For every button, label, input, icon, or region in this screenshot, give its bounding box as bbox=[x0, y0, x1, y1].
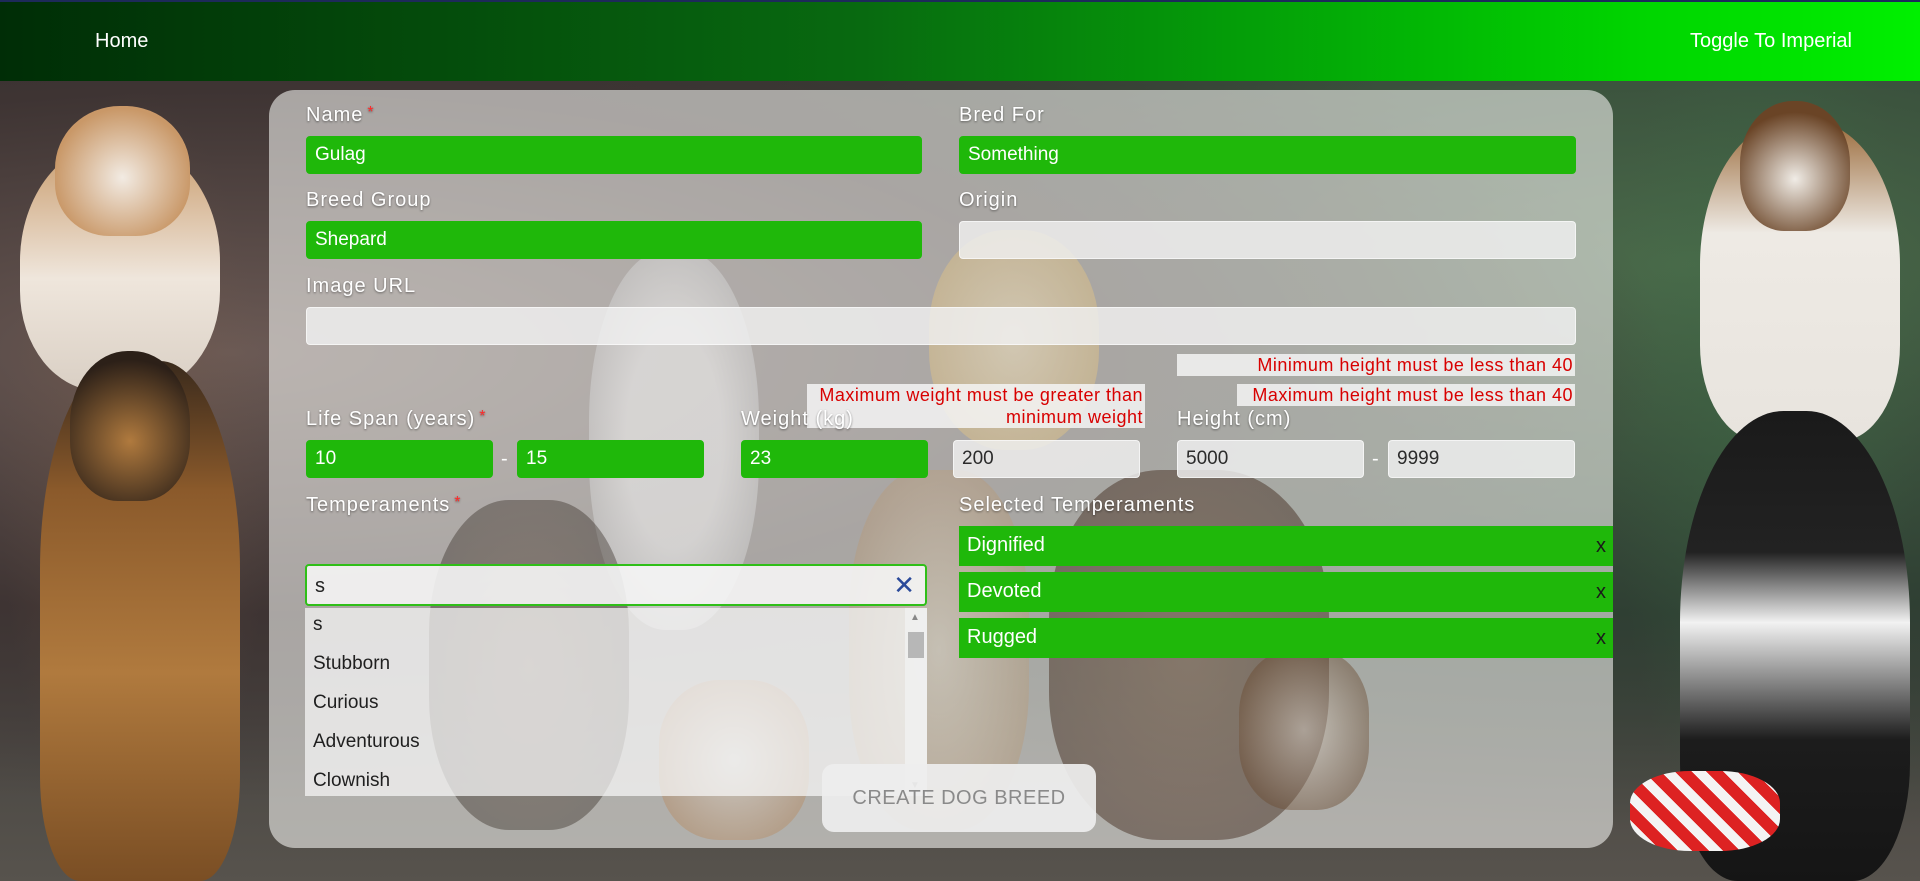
option-item[interactable]: Stubborn bbox=[313, 653, 390, 675]
weight-max-input[interactable] bbox=[953, 440, 1140, 478]
life-span-label: Life Span (years) * bbox=[306, 408, 487, 431]
remove-chip-button[interactable]: x bbox=[1596, 581, 1606, 604]
name-input[interactable] bbox=[306, 136, 922, 174]
required-mark: * bbox=[367, 104, 375, 121]
height-min-input[interactable] bbox=[1177, 440, 1364, 478]
weight-min-input[interactable] bbox=[741, 440, 928, 478]
weight-label: Weight (kg) bbox=[741, 408, 854, 430]
height-label: Height (cm) bbox=[1177, 408, 1292, 430]
selected-temperament-chip: Rugged x bbox=[959, 618, 1613, 658]
temperaments-search-input[interactable]: s ✕ bbox=[305, 564, 927, 606]
temperaments-label-text: Temperaments bbox=[306, 494, 451, 516]
life-span-separator: - bbox=[501, 448, 508, 470]
option-item[interactable]: s bbox=[313, 614, 323, 636]
image-url-label: Image URL bbox=[306, 275, 417, 297]
height-max-error: Maximum height must be less than 40 bbox=[1237, 384, 1575, 406]
temperaments-search-text: s bbox=[315, 575, 325, 597]
life-span-label-text: Life Span (years) bbox=[306, 408, 476, 430]
bred-for-input[interactable] bbox=[959, 136, 1576, 174]
name-label-text: Name bbox=[306, 104, 364, 126]
scrollbar-thumb[interactable] bbox=[908, 632, 924, 658]
scroll-up-icon[interactable]: ▲ bbox=[910, 612, 920, 623]
height-min-error: Minimum height must be less than 40 bbox=[1177, 354, 1575, 376]
chip-label: Devoted bbox=[967, 580, 1042, 602]
close-icon[interactable]: ✕ bbox=[893, 570, 915, 601]
remove-chip-button[interactable]: x bbox=[1596, 627, 1606, 650]
origin-input[interactable] bbox=[959, 221, 1576, 259]
origin-label: Origin bbox=[959, 189, 1019, 211]
life-span-min-input[interactable] bbox=[306, 440, 493, 478]
selected-temperament-chip: Devoted x bbox=[959, 572, 1613, 612]
bred-for-label: Bred For bbox=[959, 104, 1045, 126]
left-dog-image bbox=[0, 81, 270, 881]
breed-group-label: Breed Group bbox=[306, 189, 432, 211]
name-label: Name * bbox=[306, 104, 375, 127]
chip-label: Rugged bbox=[967, 626, 1038, 648]
chip-label: Dignified bbox=[967, 534, 1045, 556]
height-max-input[interactable] bbox=[1388, 440, 1575, 478]
life-span-max-input[interactable] bbox=[517, 440, 704, 478]
temperaments-dropdown[interactable]: s ✕ s Stubborn Curious Adventurous Clown… bbox=[305, 564, 927, 796]
right-dog-image bbox=[1610, 81, 1920, 881]
option-item[interactable]: Clownish bbox=[313, 770, 390, 792]
breed-group-input[interactable] bbox=[306, 221, 922, 259]
home-link[interactable]: Home bbox=[95, 30, 148, 53]
toggle-imperial-link[interactable]: Toggle To Imperial bbox=[1690, 30, 1852, 53]
selected-temperaments-label: Selected Temperaments bbox=[959, 494, 1196, 516]
temperaments-label: Temperaments * bbox=[306, 494, 462, 517]
option-item[interactable]: Adventurous bbox=[313, 731, 420, 753]
dog-breed-form: Name* Bred For Breed Group Origin Image … bbox=[269, 90, 1613, 848]
required-mark: * bbox=[454, 494, 462, 511]
weight-error: Maximum weight must be greater than mini… bbox=[807, 384, 1145, 428]
remove-chip-button[interactable]: x bbox=[1596, 535, 1606, 558]
top-nav-bar: Home Toggle To Imperial bbox=[0, 0, 1920, 81]
image-url-input[interactable] bbox=[306, 307, 1576, 345]
selected-temperament-chip: Dignified x bbox=[959, 526, 1613, 566]
option-item[interactable]: Curious bbox=[313, 692, 378, 714]
required-mark: * bbox=[479, 408, 487, 425]
height-separator: - bbox=[1372, 448, 1379, 470]
create-dog-breed-button[interactable]: CREATE DOG BREED bbox=[822, 764, 1096, 832]
